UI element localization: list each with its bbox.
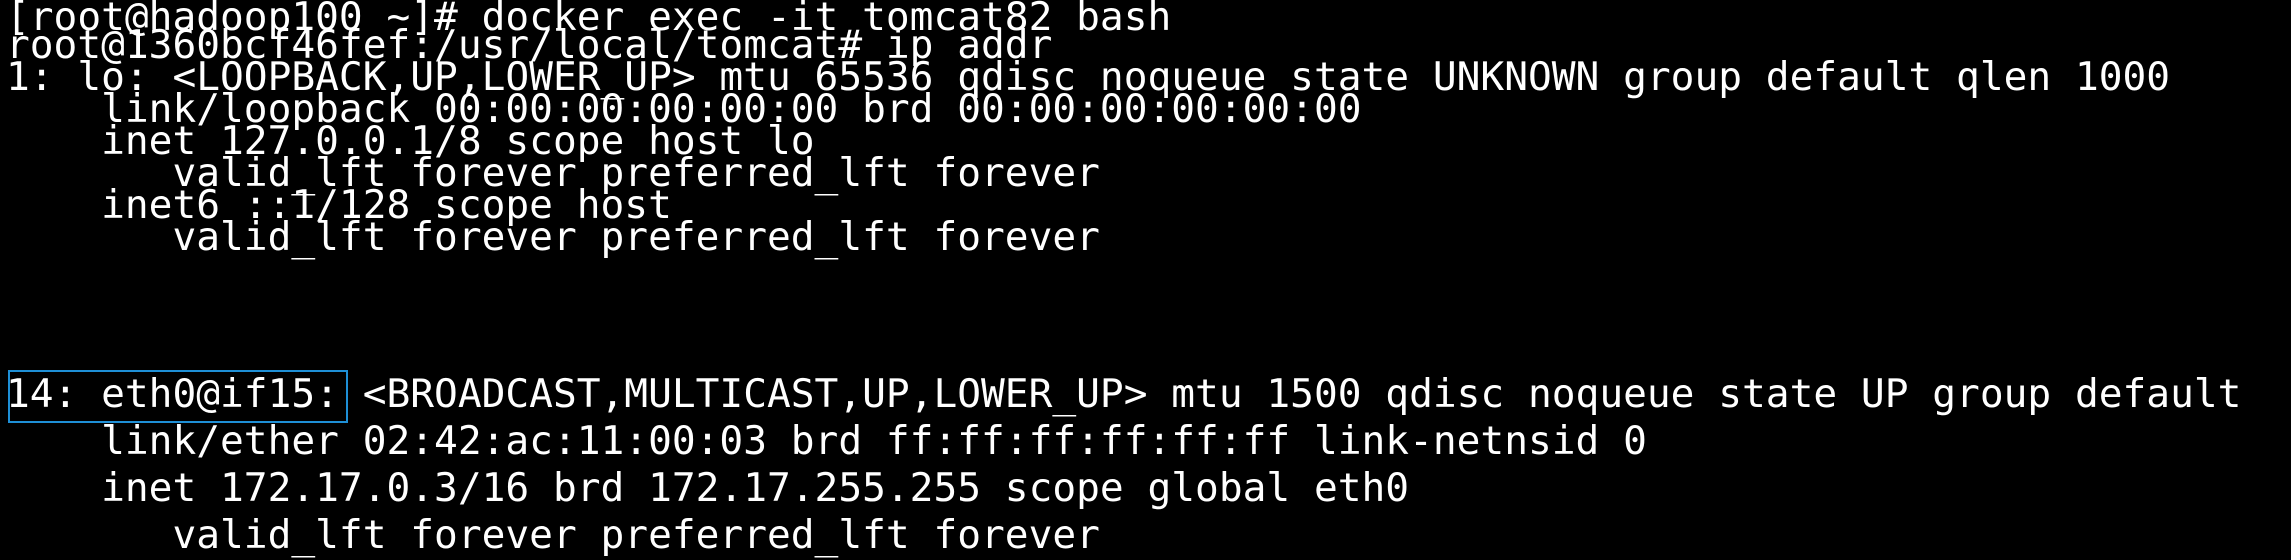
terminal-line-eth0-link: link/ether 02:42:ac:11:00:03 brd ff:ff:f… <box>6 418 1647 464</box>
terminal-line-eth0-inet: inet 172.17.0.3/16 brd 172.17.255.255 sc… <box>6 465 1410 511</box>
terminal-line-eth0-inet-valid: valid_lft forever preferred_lft forever <box>6 512 1100 558</box>
eth0-interface-highlight-box <box>8 370 348 423</box>
terminal-window[interactable]: [root@hadoop100 ~]# docker exec -it tomc… <box>0 0 2291 560</box>
terminal-line-lo-inet6-valid: valid_lft forever preferred_lft forever <box>6 214 1100 260</box>
